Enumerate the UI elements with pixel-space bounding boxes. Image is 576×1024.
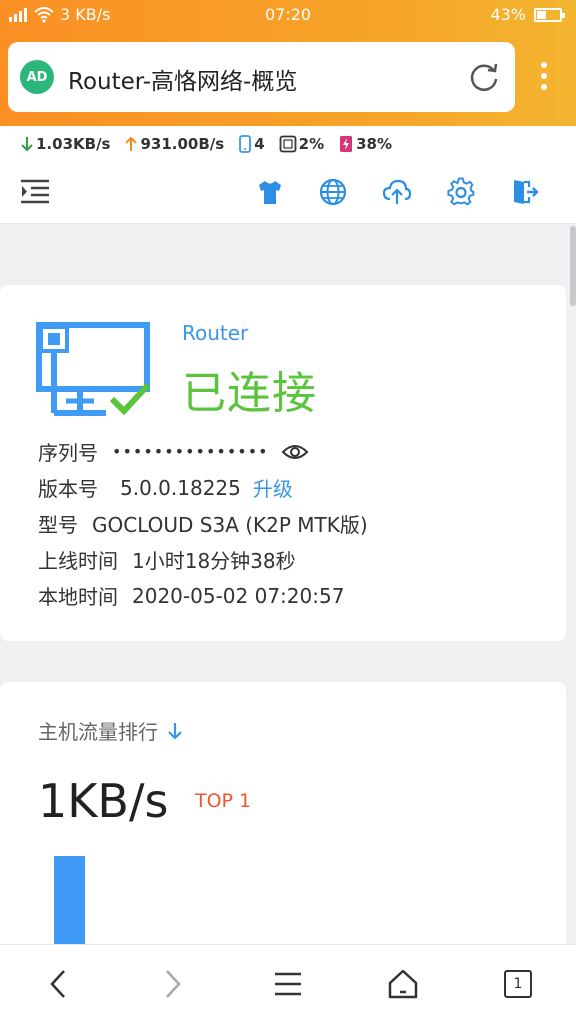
reload-icon[interactable] — [467, 60, 501, 94]
logout-icon[interactable] — [510, 177, 540, 207]
back-button[interactable] — [38, 963, 78, 1005]
phone-icon — [239, 135, 252, 153]
host-ranking-card: 主机流量排行 1KB/s TOP 1 — [0, 682, 566, 982]
localtime-row: 本地时间 2020-05-02 07:20:57 — [38, 581, 344, 610]
uptime-value: 1小时18分钟38秒 — [132, 549, 296, 573]
ranking-title-row[interactable]: 主机流量排行 — [38, 716, 184, 745]
hamburger-icon — [275, 972, 301, 996]
scrollbar[interactable] — [570, 226, 576, 306]
ranking-bar[interactable] — [54, 856, 85, 944]
uptime-row: 上线时间 1小时18分钟38秒 — [38, 545, 296, 574]
router-toolbar — [0, 162, 576, 224]
model-value: GOCLOUD S3A (K2P MTK版) — [92, 513, 368, 537]
top-tag: TOP 1 — [195, 790, 252, 812]
upgrade-link[interactable]: 升级 — [253, 473, 293, 502]
battery-percent: 43% — [490, 5, 526, 24]
status-bar: 3 KB/s 07:20 43% — [0, 0, 576, 30]
battery-icon — [534, 7, 565, 22]
download-speed: 1.03KB/s — [36, 135, 111, 153]
memory-usage: 38% — [356, 135, 393, 153]
address-bar[interactable]: AD Router-高恪网络-概览 — [8, 42, 515, 112]
localtime-value: 2020-05-02 07:20:57 — [132, 583, 345, 608]
connection-status: 已连接 — [182, 368, 317, 419]
cpu-usage: 2% — [298, 135, 325, 153]
version-label: 版本号 — [38, 477, 98, 501]
traffic-bar: 1.03KB/s 931.00B/s 4 2% 38% — [0, 126, 576, 162]
globe-icon[interactable] — [318, 177, 348, 207]
router-status-card: Router 已连接 序列号 ••••••••••••••• 版本号 5.0.0… — [0, 285, 566, 641]
serial-value: ••••••••••••••• — [112, 442, 269, 461]
serial-label: 序列号 — [38, 441, 98, 465]
version-row: 版本号 5.0.0.18225 升级 — [38, 473, 293, 502]
sort-down-icon[interactable] — [166, 721, 184, 741]
menu-button[interactable] — [268, 963, 308, 1005]
bottom-nav: 1 — [0, 944, 576, 1024]
browser-topbar: 3 KB/s 07:20 43% AD Router-高恪网络-概览 — [0, 0, 576, 126]
eye-icon[interactable] — [281, 442, 309, 462]
ranking-title: 主机流量排行 — [38, 720, 158, 744]
more-menu-icon[interactable] — [530, 62, 558, 90]
top-rate: 1KB/s — [38, 774, 169, 828]
device-count: 4 — [254, 135, 265, 153]
upload-arrow-icon — [125, 136, 138, 151]
memory-icon — [340, 136, 353, 152]
cloud-upload-icon[interactable] — [382, 177, 412, 207]
router-icon — [36, 322, 151, 416]
home-icon — [388, 969, 418, 999]
page-title[interactable]: Router-高恪网络-概览 — [68, 62, 297, 96]
router-name: Router — [182, 321, 249, 345]
uptime-label: 上线时间 — [38, 549, 118, 573]
serial-row: 序列号 ••••••••••••••• — [38, 437, 309, 466]
shirt-icon[interactable] — [255, 177, 285, 207]
tabs-button[interactable]: 1 — [498, 963, 538, 1005]
home-button[interactable] — [383, 963, 423, 1005]
chevron-right-icon — [166, 970, 181, 998]
upload-speed: 931.00B/s — [140, 135, 225, 153]
model-row: 型号 GOCLOUD S3A (K2P MTK版) — [38, 509, 368, 538]
gear-icon[interactable] — [446, 177, 476, 207]
version-value: 5.0.0.18225 — [120, 475, 241, 500]
tab-count: 1 — [504, 970, 532, 998]
menu-toggle-icon[interactable] — [20, 178, 50, 206]
cpu-icon — [279, 135, 297, 153]
forward-button[interactable] — [153, 963, 193, 1005]
model-label: 型号 — [38, 513, 78, 537]
adblock-icon[interactable]: AD — [20, 60, 54, 94]
localtime-label: 本地时间 — [38, 585, 118, 609]
chevron-left-icon — [50, 970, 65, 998]
download-arrow-icon — [21, 137, 33, 152]
